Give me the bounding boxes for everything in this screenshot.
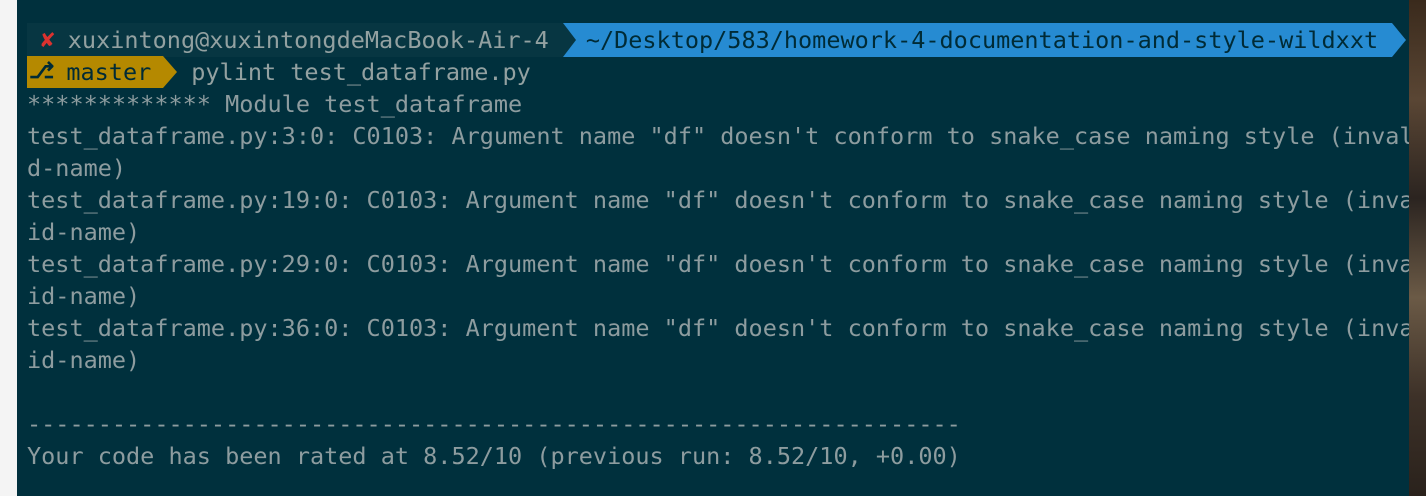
- branch-label: master: [66, 58, 152, 86]
- command-text[interactable]: pylint test_dataframe.py: [177, 56, 531, 88]
- output-line: test_dataframe.py:3:0: C0103: Argument n…: [27, 122, 1409, 150]
- output-line: id-name): [27, 218, 141, 246]
- user-host-label: xuxintong@xuxintongdeMacBook-Air-4: [67, 26, 549, 54]
- prompt-branch-segment: ⎇ master: [27, 56, 164, 88]
- output-line: id-name): [27, 282, 141, 310]
- background-window-edge: [1409, 0, 1426, 496]
- command-output: ************* Module test_dataframe test_…: [27, 88, 1409, 472]
- segment-arrow-icon: [562, 23, 576, 57]
- prompt-user-segment: ✘ xuxintong@xuxintongdeMacBook-Air-4: [27, 23, 563, 57]
- git-branch-icon: ⎇: [29, 59, 55, 84]
- prompt-line: ✘ xuxintong@xuxintongdeMacBook-Air-4 ~/D…: [27, 23, 1407, 57]
- error-status-icon: ✘: [39, 28, 56, 52]
- terminal-window[interactable]: ✘ xuxintong@xuxintongdeMacBook-Air-4 ~/D…: [17, 0, 1409, 496]
- segment-arrow-icon: [163, 56, 178, 88]
- output-line: d-name): [27, 154, 127, 182]
- output-line: test_dataframe.py:19:0: C0103: Argument …: [27, 186, 1409, 214]
- output-line: Your code has been rated at 8.52/10 (pre…: [27, 442, 961, 470]
- output-line: test_dataframe.py:36:0: C0103: Argument …: [27, 314, 1409, 342]
- output-line: ----------------------------------------…: [27, 410, 961, 438]
- current-path-label: ~/Desktop/583/homework-4-documentation-a…: [585, 26, 1379, 54]
- output-line: test_dataframe.py:29:0: C0103: Argument …: [27, 250, 1409, 278]
- prompt-path-segment: ~/Desktop/583/homework-4-documentation-a…: [575, 23, 1393, 57]
- prompt-line-2: ⎇ master pylint test_dataframe.py: [27, 56, 531, 88]
- output-line: ************* Module test_dataframe: [27, 90, 523, 118]
- output-line: id-name): [27, 346, 141, 374]
- segment-arrow-icon: [1392, 23, 1407, 57]
